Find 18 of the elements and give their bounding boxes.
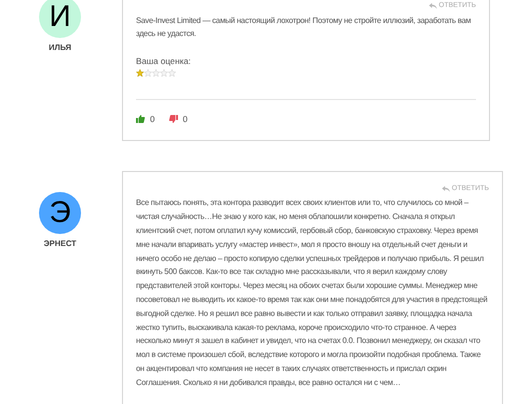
rating-label: Ваша оценка:: [136, 55, 192, 68]
comment-text: Все пытаюсь понять, эта контора разводит всех своих клиентов или то, что случилось со мной – чистая случайность…Не знаю у кого как, но меня облапошили конкретно. Сначала я открыл клиентский счет, потом оплатил кучу комиссий, гербовый сбор, банковскую страховку. Через время мне начали впаривать услугу «мастер инвест», мол я просто вношу на отдельный счет деньги и ничего особо не делаю – просто копирую сделки успешных трейдеров и получаю прибыль. Я решил вкинуть 500 баксов. Как-то все так складно мне рассказывали, что я верил каждому слову представителей этой конторы. Через месяц на обоих счетах были хорошие суммы. Менеджер мне посоветовал не выводить их какое-то время так как они мне понадобятся для участия в предстоящей выгодной сделке. Но я решил все равно вывести и как только отправил заявку, площадка начала жестко тупить, выскакивала какая-то реклама, короче происходило что-то странное. А через несколько минут я зашел в кабинет и увидел, что на счетах 0.0. Позвонил менеджеру, он сказал что мол в системе произошел сбой, вследствие которого и могла произойти подобная проблема. Также он акцентировал что компания не несет в таких случаях ответственность и прислал скрин Соглашения. Сколько я ни добивался правды, все равно остался ни с чем…: [136, 197, 488, 389]
star-icon[interactable]: [136, 68, 144, 77]
author-name: ЭРНЕСТ: [44, 238, 76, 250]
thumbs-up-icon[interactable]: [136, 115, 145, 124]
reply-icon: [442, 186, 450, 192]
author-name: ИЛЬЯ: [48, 42, 72, 54]
star-icon[interactable]: [152, 68, 160, 77]
star-icon[interactable]: [144, 68, 152, 77]
comment-text: Save-Invest Limited — самый настоящий лохотрон! Поэтому не стройте иллюзий, заработать вам здесь не удастся.: [136, 14, 472, 40]
star-icon[interactable]: [168, 68, 176, 77]
like-count: 0: [150, 112, 155, 126]
avatar: И: [39, 0, 81, 38]
thumbs-down-icon[interactable]: [168, 115, 178, 124]
reply-icon: [428, 3, 437, 10]
avatar: Э: [39, 192, 81, 234]
dislike-count: 0: [182, 112, 188, 126]
star-icon[interactable]: [160, 68, 168, 77]
